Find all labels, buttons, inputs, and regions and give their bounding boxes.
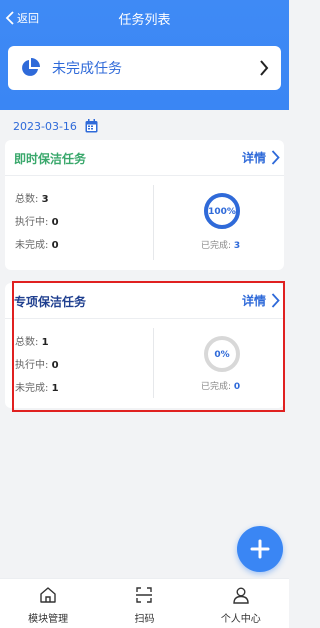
chevron-right-icon	[271, 150, 280, 165]
stat-pending: 未完成: 0	[15, 240, 59, 251]
calendar-icon	[85, 119, 98, 133]
home-icon	[40, 587, 56, 603]
stat-total: 总数: 1	[15, 337, 49, 348]
stat-done: 已完成: 0	[201, 382, 241, 392]
tab-module-management[interactable]: 模块管理	[0, 579, 96, 628]
tab-label: 个人中心	[220, 614, 261, 625]
tab-personal-center[interactable]: 个人中心	[193, 579, 289, 628]
chevron-right-icon	[260, 60, 269, 76]
card-header: 即时保洁任务 详情	[5, 140, 284, 176]
stat-pending: 未完成: 1	[15, 383, 59, 394]
divider	[153, 328, 154, 398]
bottom-tab-bar: 模块管理 扫码 个人中心	[0, 578, 289, 628]
progress-ring: 100%	[204, 193, 240, 229]
card-title: 专项保洁任务	[14, 295, 87, 309]
task-filter-selector[interactable]: 未完成任务	[8, 46, 281, 90]
page-title: 任务列表	[118, 13, 171, 28]
task-card-special: 专项保洁任务 详情 总数: 1 执行中: 0 未完成: 1 0% 已完成: 0	[5, 283, 284, 408]
date-picker[interactable]: 2023-03-16	[13, 117, 98, 135]
stat-total: 总数: 3	[15, 194, 49, 205]
card-header: 专项保洁任务 详情	[5, 283, 284, 319]
progress-ring: 0%	[204, 336, 240, 372]
pie-chart-icon	[22, 58, 40, 76]
progress-percent: 100%	[208, 207, 236, 217]
stat-done: 已完成: 3	[201, 241, 241, 251]
stat-running: 执行中: 0	[15, 217, 59, 228]
user-icon	[233, 587, 249, 604]
detail-link[interactable]: 详情	[242, 292, 280, 309]
detail-label: 详情	[241, 151, 266, 165]
stats-list: 总数: 3 执行中: 0 未完成: 0	[15, 190, 59, 259]
tab-scan[interactable]: 扫码	[96, 579, 192, 628]
card-title: 即时保洁任务	[14, 152, 87, 166]
plus-icon	[250, 539, 270, 559]
scan-icon	[136, 587, 153, 603]
progress-percent: 0%	[214, 350, 229, 360]
nav-bar: 返回 任务列表	[0, 0, 289, 36]
date-text: 2023-03-16	[13, 119, 77, 133]
stats-list: 总数: 1 执行中: 0 未完成: 1	[15, 333, 59, 402]
header-background: 返回 任务列表 未完成任务	[0, 0, 289, 110]
stat-running: 执行中: 0	[15, 360, 59, 371]
tab-label: 模块管理	[28, 614, 69, 625]
tab-label: 扫码	[134, 614, 155, 625]
detail-label: 详情	[241, 294, 266, 308]
filter-label: 未完成任务	[52, 61, 122, 77]
chevron-right-icon	[271, 293, 280, 308]
detail-link[interactable]: 详情	[242, 149, 280, 166]
add-button[interactable]	[237, 526, 283, 572]
divider	[153, 185, 154, 260]
task-card-instant: 即时保洁任务 详情 总数: 3 执行中: 0 未完成: 0 100% 已完成: …	[5, 140, 284, 270]
